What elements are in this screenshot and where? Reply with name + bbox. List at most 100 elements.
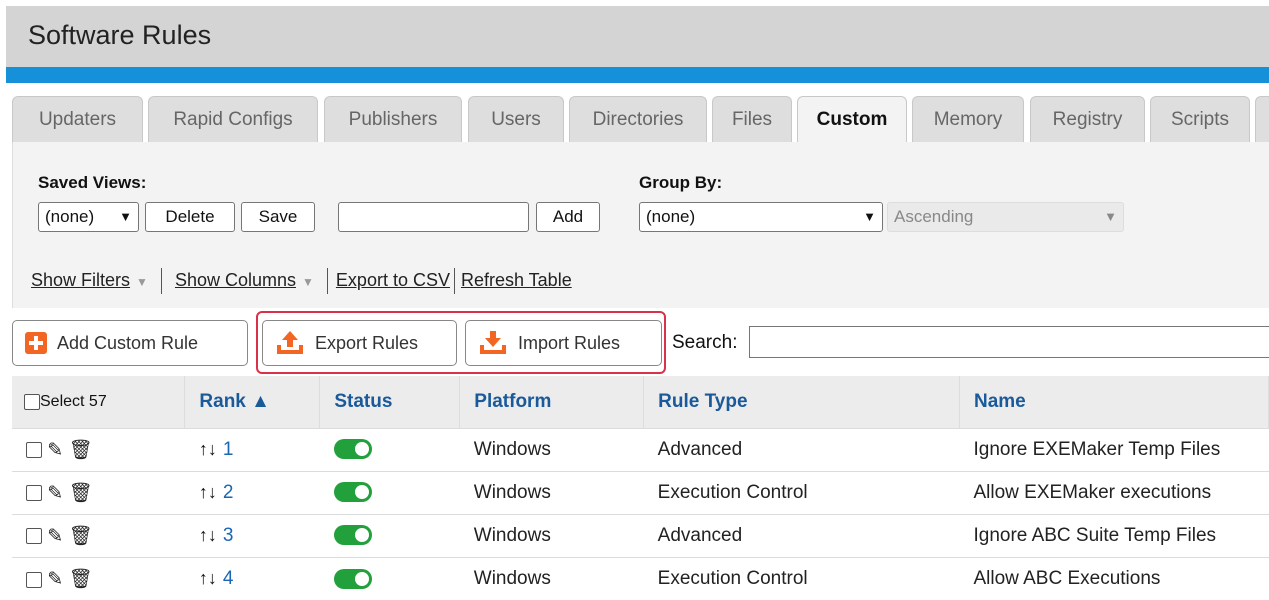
tab-publishers[interactable]: Publishers [324, 96, 462, 142]
chevron-down-icon: ▼ [1104, 209, 1117, 224]
group-order-select: Ascending ▼ [887, 202, 1124, 232]
divider [160, 268, 162, 294]
group-by-select[interactable]: (none) ▼ [639, 202, 883, 232]
move-arrows-icon[interactable]: ↑↓ [199, 439, 217, 459]
edit-icon[interactable]: ✎ [47, 483, 63, 504]
show-filters-link[interactable]: Show Filters [31, 270, 130, 290]
view-options-panel: Saved Views: (none) ▼ Delete Save Add Gr… [12, 142, 1269, 308]
status-toggle[interactable] [333, 568, 372, 589]
save-view-button[interactable]: Save [241, 202, 315, 232]
saved-views-select[interactable]: (none) ▼ [38, 202, 139, 232]
tab-directories[interactable]: Directories [569, 96, 707, 142]
name-cell: Ignore EXEMaker Temp Files [959, 427, 1269, 471]
caret-down-icon: ▼ [302, 274, 314, 289]
rule-type-header[interactable]: Rule Type [643, 376, 960, 428]
divider [326, 268, 328, 294]
search-input[interactable] [749, 326, 1269, 358]
select-all-checkbox[interactable] [24, 393, 40, 410]
accent-bar [6, 67, 1269, 83]
saved-views-label: Saved Views: [38, 173, 147, 192]
rules-table: Select 57 Rank ▲ Status Platform Rule Ty… [12, 376, 1269, 600]
table-row: ✎ 🗑 ↑↓ 2 Windows Execution Control Allow … [12, 470, 1269, 514]
status-toggle[interactable] [333, 439, 372, 460]
tab-files[interactable]: Files [712, 96, 792, 142]
move-arrows-icon[interactable]: ↑↓ [199, 482, 217, 502]
platform-header[interactable]: Platform [459, 376, 645, 428]
tab-users[interactable]: Users [468, 96, 564, 142]
table-actions-links: Show Filters ▼ Show Columns ▼ Export to CS… [31, 268, 572, 294]
saved-views-value: (none) [45, 207, 95, 226]
rank-cell: ↑↓ 2 [184, 470, 320, 514]
refresh-table-link[interactable]: Refresh Table [461, 270, 572, 290]
status-toggle[interactable] [333, 482, 372, 503]
name-cell: Ignore ABC Suite Temp Files [959, 513, 1269, 557]
status-toggle[interactable] [333, 525, 372, 546]
tab-rapid-configs[interactable]: Rapid Configs [148, 96, 318, 142]
export-csv-link[interactable]: Export to CSV [336, 270, 450, 290]
row-actions: ✎ 🗑 [12, 556, 185, 600]
trash-icon[interactable]: 🗑 [68, 569, 92, 590]
status-cell [319, 513, 460, 557]
rank-cell: ↑↓ 3 [184, 513, 320, 557]
row-checkbox[interactable] [26, 528, 42, 545]
platform-cell: Windows [459, 556, 644, 600]
status-cell [319, 470, 460, 514]
group-order-value: Ascending [894, 207, 974, 226]
add-view-button[interactable]: Add [536, 202, 600, 232]
move-arrows-icon[interactable]: ↑↓ [199, 568, 217, 588]
table-row: ✎ 🗑 ↑↓ 3 Windows Advanced Ignore ABC Suit… [12, 513, 1269, 557]
caret-down-icon: ▼ [136, 274, 148, 289]
group-by-value: (none) [646, 207, 696, 226]
status-header[interactable]: Status [319, 376, 461, 428]
row-checkbox[interactable] [26, 485, 42, 502]
tab-custom[interactable]: Custom [797, 96, 907, 142]
rule-type-cell: Advanced [643, 513, 960, 557]
rule-type-cell: Execution Control [643, 556, 960, 600]
name-header[interactable]: Name [959, 376, 1269, 428]
tab-memory[interactable]: Memory [912, 96, 1024, 142]
chevron-down-icon: ▼ [863, 209, 876, 224]
rank-cell: ↑↓ 1 [184, 427, 320, 471]
add-custom-rule-button[interactable]: Add Custom Rule [12, 320, 248, 366]
name-cell: Allow EXEMaker executions [959, 470, 1269, 514]
name-cell: Allow ABC Executions [959, 556, 1269, 600]
edit-icon[interactable]: ✎ [47, 440, 63, 461]
tab-updaters[interactable]: Updaters [12, 96, 143, 142]
highlight-box [256, 311, 666, 374]
new-view-name-input[interactable] [338, 202, 529, 232]
table-header-row: Select 57 Rank ▲ Status Platform Rule Ty… [12, 376, 1269, 428]
add-custom-rule-label: Add Custom Rule [57, 332, 199, 353]
status-cell [319, 556, 460, 600]
move-arrows-icon[interactable]: ↑↓ [199, 525, 217, 545]
rank-link[interactable]: 4 [223, 568, 234, 589]
group-by-label: Group By: [639, 173, 723, 192]
rule-type-cell: Execution Control [643, 470, 960, 514]
title-bar: Software Rules [6, 6, 1269, 67]
chevron-down-icon: ▼ [119, 209, 132, 224]
tab-overflow[interactable] [1255, 96, 1269, 142]
rank-header[interactable]: Rank ▲ [184, 376, 321, 428]
trash-icon[interactable]: 🗑 [68, 483, 92, 504]
rule-type-cell: Advanced [643, 427, 960, 471]
search-label: Search: [672, 332, 738, 353]
rank-link[interactable]: 2 [223, 482, 234, 503]
trash-icon[interactable]: 🗑 [68, 526, 92, 547]
row-actions: ✎ 🗑 [12, 427, 185, 471]
show-columns-link[interactable]: Show Columns [175, 270, 296, 290]
rank-link[interactable]: 3 [223, 525, 234, 546]
edit-icon[interactable]: ✎ [47, 526, 63, 547]
table-row: ✎ 🗑 ↑↓ 4 Windows Execution Control Allow … [12, 556, 1269, 600]
select-all-header[interactable]: Select 57 [12, 376, 186, 428]
platform-cell: Windows [459, 427, 644, 471]
trash-icon[interactable]: 🗑 [68, 440, 92, 461]
status-cell [319, 427, 460, 471]
tab-scripts[interactable]: Scripts [1150, 96, 1250, 142]
rank-link[interactable]: 1 [223, 439, 234, 460]
row-checkbox[interactable] [26, 571, 42, 588]
tab-registry[interactable]: Registry [1030, 96, 1145, 142]
edit-icon[interactable]: ✎ [47, 569, 63, 590]
plus-icon [25, 332, 47, 354]
delete-view-button[interactable]: Delete [145, 202, 235, 232]
row-checkbox[interactable] [26, 442, 42, 459]
table-row: ✎ 🗑 ↑↓ 1 Windows Advanced Ignore EXEMaker… [12, 427, 1269, 471]
